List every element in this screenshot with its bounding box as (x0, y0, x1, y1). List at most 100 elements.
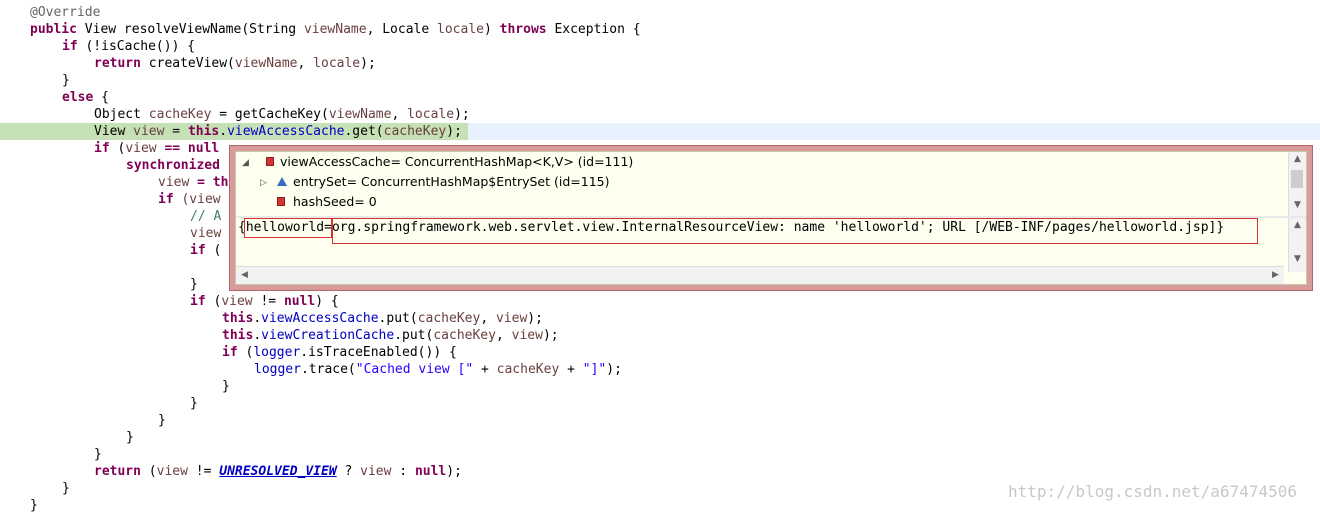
debug-hover-popup[interactable]: ◢ viewAccessCache= ConcurrentHashMap<K,V… (229, 145, 1313, 291)
code-text: ); (606, 362, 622, 377)
brace: } (190, 396, 198, 411)
brace: } (62, 481, 70, 496)
code-line-7: Object cacheKey = getCacheKey(viewName, … (0, 106, 1320, 123)
keyword: else (62, 90, 94, 105)
tree-vertical-scrollbar[interactable]: ▲ ▼ (1288, 152, 1306, 216)
brace: } (94, 447, 102, 462)
brace: } (222, 379, 230, 394)
variable: view (156, 464, 188, 479)
keyword: throws (499, 22, 547, 37)
brace: } (62, 73, 70, 88)
field: logger (253, 345, 301, 360)
tree-label: entrySet= ConcurrentHashMap$EntrySet (id… (293, 174, 610, 189)
code-text: ( (109, 141, 126, 156)
code-text: + (473, 362, 497, 377)
param-locale: locale (437, 22, 484, 37)
variable: view (133, 124, 165, 139)
code-text: != (187, 464, 220, 479)
collapse-triangle-icon[interactable]: ◢ (242, 153, 249, 173)
keyword: null (414, 464, 447, 479)
keyword: return (94, 464, 141, 479)
code-text: ); (360, 56, 376, 71)
field: logger (254, 362, 301, 377)
code-text: ? (336, 464, 361, 479)
variable: cacheKey (148, 107, 212, 122)
keyword: if (190, 294, 206, 309)
scroll-down-icon[interactable]: ▼ (1289, 254, 1306, 264)
tree-label: viewAccessCache= ConcurrentHashMap<K,V> … (280, 154, 634, 169)
code-line-19: this.viewAccessCache.put(cacheKey, view)… (0, 310, 1320, 327)
code-text: Object (94, 107, 149, 122)
code-text: View resolveViewName(String (76, 22, 304, 37)
annotation: @Override (30, 5, 101, 20)
keyword: return (94, 56, 141, 71)
detail-vertical-scrollbar[interactable]: ▲ ▼ (1288, 218, 1306, 272)
variable: view (221, 294, 253, 309)
code-line-18: if (view != null) { (0, 293, 1320, 310)
brace: } (126, 430, 134, 445)
code-text: : (391, 464, 415, 479)
keyword: if (158, 192, 174, 207)
keyword: this (187, 124, 220, 139)
keyword: if (190, 243, 206, 258)
code-text: = (164, 124, 188, 139)
variable: cacheKey (433, 328, 496, 343)
field-viewAccessCache[interactable]: viewAccessCache (227, 124, 344, 139)
variable: cacheKey (496, 362, 560, 377)
code-text: ); (446, 124, 462, 139)
watermark: http://blog.csdn.net/a67474506 (1008, 482, 1297, 501)
variable: view (511, 328, 543, 343)
field: viewAccessCache (261, 311, 379, 326)
code-text: ( (205, 294, 222, 309)
code-line-27: } (0, 446, 1320, 463)
code-text: , (297, 56, 314, 71)
detail-pane[interactable]: {helloworld=org.springframework.web.serv… (236, 218, 1284, 252)
code-text: != (252, 294, 284, 309)
scroll-right-icon[interactable]: ▶ (1267, 267, 1284, 284)
key-highlight-box (244, 218, 332, 238)
scroll-thumb[interactable] (1291, 170, 1303, 188)
code-line-25: } (0, 412, 1320, 429)
variable: cacheKey (417, 311, 481, 326)
tree-label: hashSeed= 0 (293, 194, 377, 209)
string-literal: "]" (582, 362, 607, 377)
expand-triangle-icon[interactable]: ▷ (260, 173, 267, 193)
code-text: = th (189, 175, 229, 190)
code-text: , Locale (366, 22, 438, 37)
code-text: . (253, 328, 262, 343)
code-line-22: logger.trace("Cached view [" + cacheKey … (0, 361, 1320, 378)
variable-tree[interactable]: ◢ viewAccessCache= ConcurrentHashMap<K,V… (236, 152, 1284, 216)
code-text: . (219, 124, 228, 139)
code-text: + (559, 362, 583, 377)
brace: } (158, 413, 166, 428)
code-line-20: this.viewCreationCache.put(cacheKey, vie… (0, 327, 1320, 344)
variable: locale (313, 56, 361, 71)
keyword: public (30, 22, 77, 37)
code-line-21: if (logger.isTraceEnabled()) { (0, 344, 1320, 361)
code-text: (view (173, 192, 221, 207)
code-text: .isTraceEnabled()) { (300, 345, 457, 360)
detail-horizontal-scrollbar[interactable]: ◀ ▶ (236, 266, 1284, 284)
keyword: if (62, 39, 78, 54)
protected-field-icon (277, 177, 287, 186)
variable: view (360, 464, 392, 479)
brace: } (30, 498, 38, 513)
scroll-down-icon[interactable]: ▼ (1289, 200, 1306, 210)
code-text: View (94, 124, 134, 139)
variable: view (158, 175, 190, 190)
code-line-4: return createView(viewName, locale); (0, 55, 1320, 72)
private-field-icon (266, 157, 274, 166)
comment: // A (190, 209, 222, 224)
scroll-up-icon[interactable]: ▲ (1289, 220, 1306, 230)
code-text: ( (237, 345, 254, 360)
keyword: this (222, 311, 254, 326)
code-text: Exception { (546, 22, 641, 37)
scroll-up-icon[interactable]: ▲ (1289, 154, 1306, 164)
code-text: ); (527, 311, 543, 326)
scroll-left-icon[interactable]: ◀ (236, 267, 253, 284)
code-line-24: } (0, 395, 1320, 412)
code-line-1: @Override (0, 4, 1320, 21)
param-viewName: viewName (303, 22, 367, 37)
variable: view (125, 141, 157, 156)
keyword: if (94, 141, 110, 156)
